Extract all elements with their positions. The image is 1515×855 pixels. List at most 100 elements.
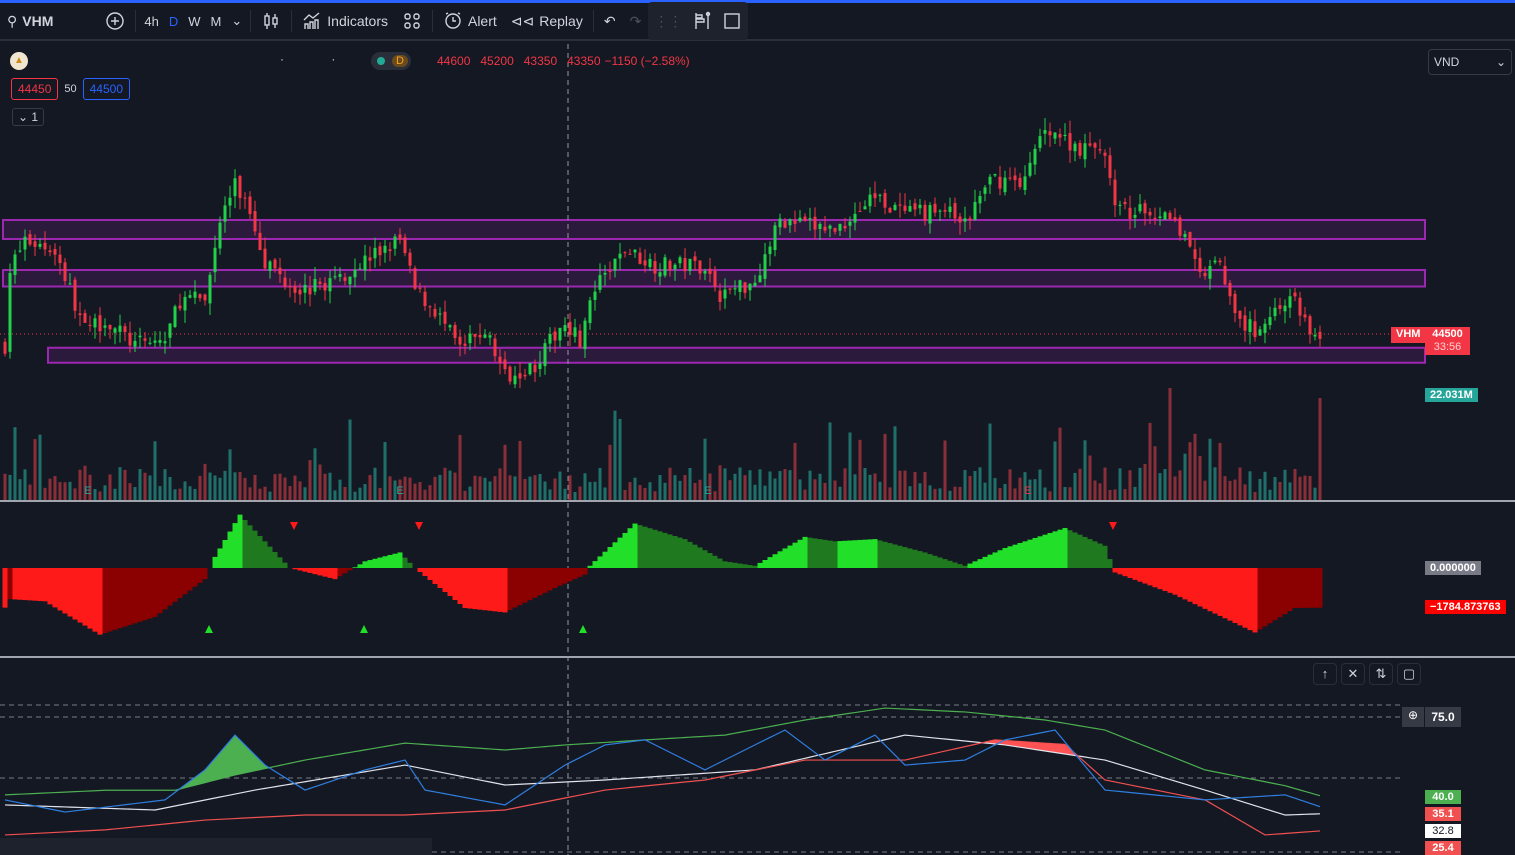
timeframe-m[interactable]: M	[206, 14, 227, 29]
rectangle-icon[interactable]	[722, 11, 742, 31]
oscillator-bar	[897, 545, 903, 568]
candle-body	[713, 270, 717, 287]
move-pane-up-button[interactable]: ↑	[1313, 663, 1337, 685]
collapse-indicators-button[interactable]: ⌄ 1	[12, 108, 45, 126]
maximize-pane-button[interactable]: ▢	[1397, 663, 1421, 685]
compare-button[interactable]	[98, 6, 132, 36]
candle-body	[598, 275, 602, 290]
candle-body	[303, 284, 307, 293]
volume-bar	[568, 475, 572, 500]
layouts-button[interactable]	[395, 6, 429, 36]
candle-body	[608, 270, 612, 272]
volume-bar	[1288, 482, 1292, 500]
delete-pane-button[interactable]: ✕	[1341, 663, 1365, 685]
long-position-icon[interactable]	[692, 11, 712, 31]
oscillator-bar	[1137, 568, 1143, 582]
oscillator-bar	[507, 568, 513, 610]
oscillator-bar	[1192, 568, 1198, 605]
candle-body	[1208, 265, 1212, 279]
oscillator-bar	[407, 562, 413, 568]
timeframe-w[interactable]: W	[183, 14, 205, 29]
candle-body	[58, 254, 62, 264]
oscillator-bar	[582, 568, 588, 575]
volume-bar	[578, 486, 582, 500]
candle-body	[123, 326, 127, 333]
candle-body	[1273, 307, 1277, 317]
volume-bar	[768, 471, 772, 500]
oscillator-bar	[492, 568, 498, 612]
oscillator-bar	[562, 568, 568, 584]
oscillator-bar	[57, 568, 63, 611]
alert-button[interactable]: Alert	[436, 6, 504, 36]
drag-handle-icon[interactable]: ⋮⋮	[654, 13, 682, 30]
oscillator-bar	[417, 568, 423, 572]
oscillator-bar	[297, 568, 303, 571]
volume-bar	[418, 482, 422, 500]
symbol-label: VHM	[22, 13, 54, 29]
volume-bar	[133, 487, 137, 500]
oscillator-bar	[1082, 536, 1088, 568]
timeframe-d[interactable]: D	[164, 14, 183, 29]
oscillator-bar	[347, 568, 353, 571]
buy-button[interactable]: 44500	[82, 78, 130, 100]
candle-body	[1233, 293, 1237, 314]
oscillator-bar	[1177, 568, 1183, 598]
collapse-pane-button[interactable]: ⇅	[1369, 663, 1393, 685]
volume-bar	[558, 471, 562, 500]
oscillator-bar	[267, 546, 273, 568]
sell-button[interactable]: 44450	[11, 78, 59, 100]
volume-bar	[1018, 477, 1022, 500]
chevron-down-icon[interactable]: ⌄	[226, 13, 247, 29]
volume-bar	[148, 475, 152, 500]
oscillator-bar	[227, 531, 233, 568]
volume-bar	[1048, 491, 1052, 500]
undo-button[interactable]: ↶	[597, 6, 623, 36]
oscillator-bar	[197, 568, 203, 583]
volume-bar	[983, 482, 987, 500]
candle-body	[1093, 143, 1097, 148]
volume-bar	[518, 440, 522, 500]
volume-bar	[343, 486, 347, 500]
oscillator-bar	[732, 562, 738, 568]
chart-canvas[interactable]: EEEE	[0, 44, 1515, 855]
candle-body	[1238, 310, 1242, 319]
oscillator-bar	[1237, 568, 1243, 626]
candle-body	[1073, 143, 1077, 152]
candle-body	[1248, 319, 1252, 333]
volume-bar	[328, 472, 332, 500]
candle-body	[1043, 130, 1047, 134]
oscillator-bar	[967, 563, 973, 568]
volume-bar	[603, 487, 607, 500]
redo-button[interactable]: ↷	[623, 6, 649, 36]
candle-body	[508, 366, 512, 382]
volume-bar	[988, 423, 992, 500]
volume-bar	[303, 487, 307, 500]
chart-type-button[interactable]	[254, 6, 288, 36]
volume-bar	[613, 410, 617, 500]
spread-value: 50	[64, 83, 77, 95]
volume-bar	[608, 444, 612, 500]
timeframe-4h[interactable]: 4h	[139, 14, 163, 29]
currency-select[interactable]: VND ⌄	[1428, 49, 1512, 75]
replay-button[interactable]: ⊲⊲ Replay	[504, 6, 590, 36]
volume-bar	[853, 474, 857, 500]
last-price-label: 44500 33:56	[1425, 327, 1470, 355]
indicators-button[interactable]: Indicators	[295, 6, 395, 36]
volume-bar	[713, 491, 717, 500]
oscillator-bar	[1222, 568, 1228, 619]
symbol-search-button[interactable]: ⚲ VHM	[0, 6, 60, 36]
buy-signal-arrow	[205, 625, 213, 633]
candle-body	[603, 272, 607, 275]
oscillator-bar	[997, 550, 1003, 568]
candle-body	[1068, 133, 1072, 151]
volume-bar	[648, 482, 652, 500]
candle-body	[273, 259, 277, 269]
candle-body	[33, 241, 37, 247]
add-level-icon[interactable]: ⊕	[1402, 707, 1424, 727]
candle-body	[293, 285, 297, 293]
candle-body	[438, 313, 442, 315]
volume-bar	[1008, 469, 1012, 500]
candle-body	[663, 257, 667, 276]
candle-body	[183, 296, 187, 311]
oscillator-bar	[867, 539, 873, 568]
